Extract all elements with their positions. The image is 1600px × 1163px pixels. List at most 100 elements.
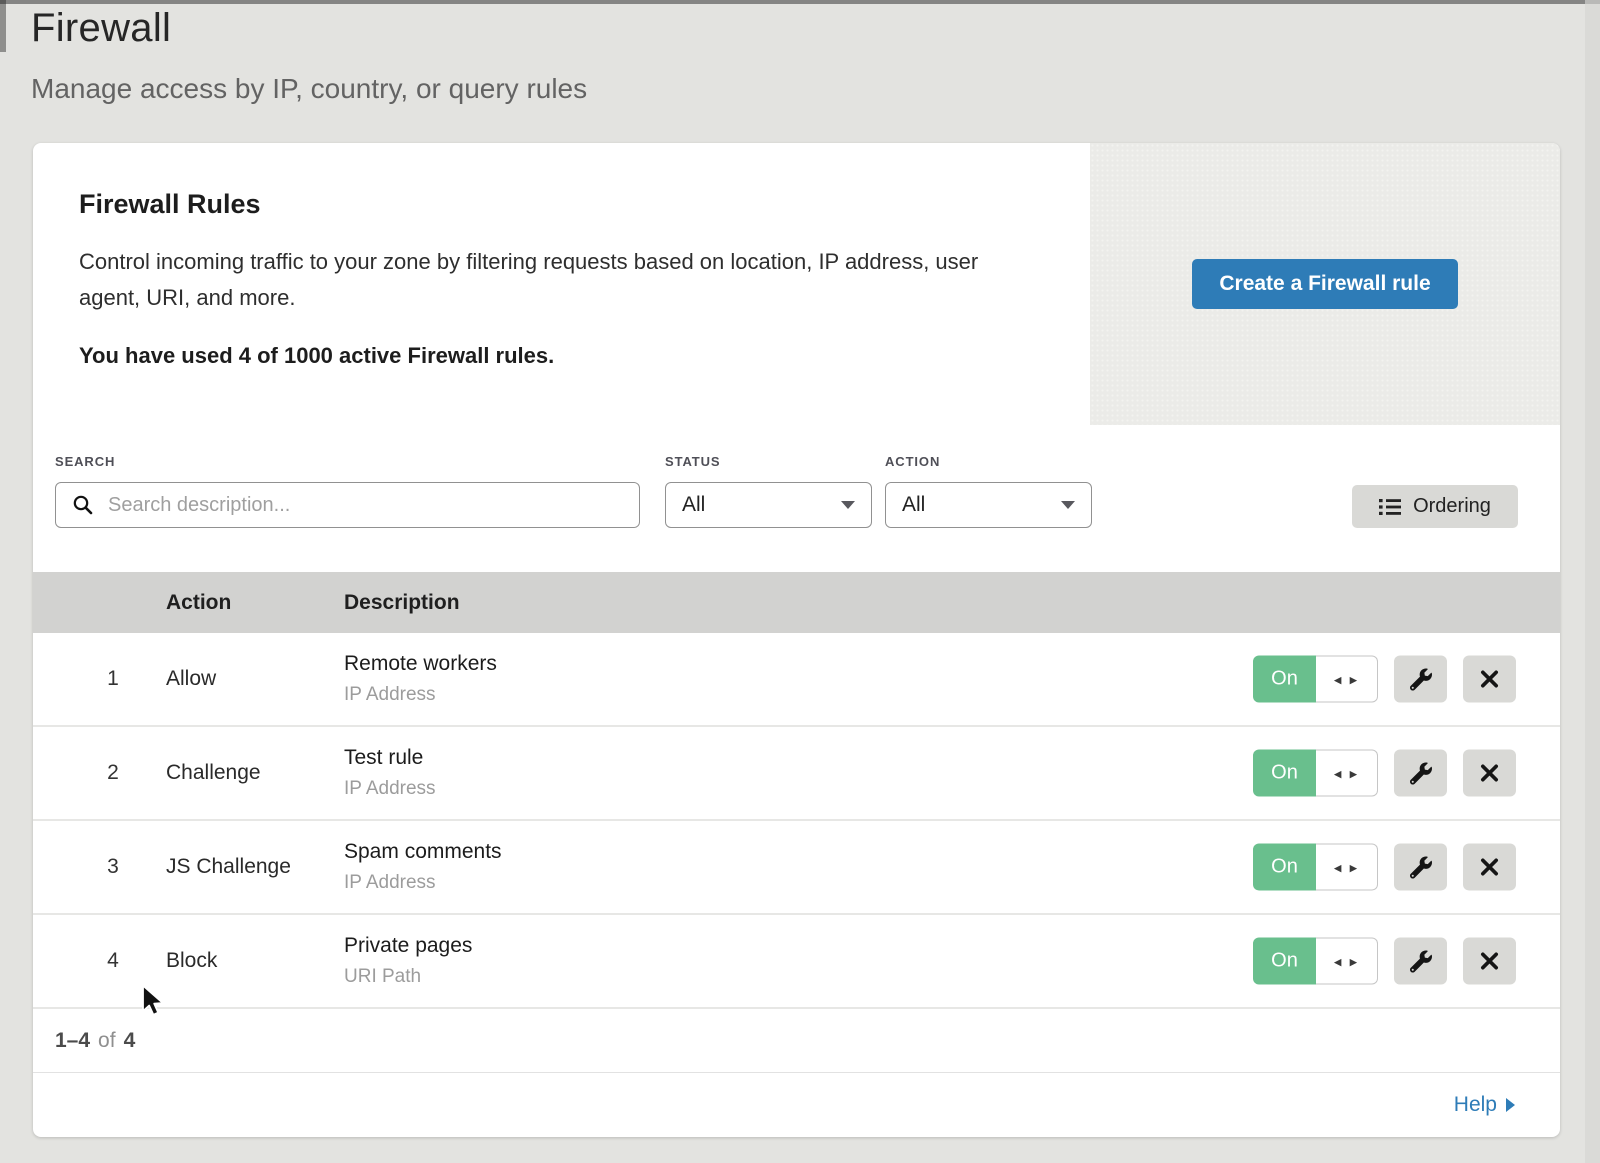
rule-enabled-toggle[interactable]: On ◂ ▸: [1253, 938, 1378, 985]
ordering-list-icon: [1379, 498, 1402, 516]
search-label: SEARCH: [55, 454, 640, 469]
window-edge-left: [0, 0, 6, 52]
table-row: 2 Challenge Test rule IP Address On ◂ ▸: [33, 727, 1560, 821]
overview-text: Firewall Rules Control incoming traffic …: [33, 143, 1090, 425]
chevron-down-icon: [841, 501, 855, 509]
toggle-state-label[interactable]: On: [1253, 656, 1316, 703]
wrench-icon: [1410, 668, 1432, 690]
wrench-icon: [1410, 856, 1432, 878]
page-title: Firewall: [31, 6, 587, 51]
table-row: 3 JS Challenge Spam comments IP Address …: [33, 821, 1560, 915]
page-subtitle: Manage access by IP, country, or query r…: [31, 73, 587, 105]
toggle-handle[interactable]: ◂ ▸: [1316, 656, 1378, 703]
delete-rule-button[interactable]: [1463, 750, 1516, 797]
ordering-button[interactable]: Ordering: [1352, 485, 1518, 528]
toggle-arrows-icon: ◂ ▸: [1334, 764, 1359, 782]
rule-action: Block: [166, 949, 217, 973]
column-header-action: Action: [166, 591, 231, 615]
close-icon: [1479, 857, 1500, 878]
rule-controls: On ◂ ▸: [1253, 938, 1516, 985]
table-row: 1 Allow Remote workers IP Address On ◂ ▸: [33, 633, 1560, 727]
rule-enabled-toggle[interactable]: On ◂ ▸: [1253, 750, 1378, 797]
section-heading: Firewall Rules: [79, 189, 1044, 220]
toggle-arrows-icon: ◂ ▸: [1334, 858, 1359, 876]
rule-description-cell: Spam comments IP Address: [344, 840, 502, 894]
status-select[interactable]: All: [665, 482, 872, 528]
create-firewall-rule-button[interactable]: Create a Firewall rule: [1192, 259, 1457, 309]
pagination-separator: of: [98, 1029, 116, 1053]
rule-match-field: IP Address: [344, 778, 436, 800]
pagination-total: 4: [124, 1029, 136, 1053]
rule-description: Test rule: [344, 746, 436, 770]
rule-controls: On ◂ ▸: [1253, 656, 1516, 703]
toggle-arrows-icon: ◂ ▸: [1334, 670, 1359, 688]
firewall-rules-card: Firewall Rules Control incoming traffic …: [33, 143, 1560, 1137]
status-selected-value: All: [682, 493, 705, 517]
pagination: 1–4 of 4: [33, 1009, 1560, 1073]
rules-table-header: Action Description: [33, 572, 1560, 633]
close-icon: [1479, 763, 1500, 784]
triangle-right-icon: [1506, 1098, 1515, 1112]
rule-enabled-toggle[interactable]: On ◂ ▸: [1253, 844, 1378, 891]
close-icon: [1479, 951, 1500, 972]
rule-enabled-toggle[interactable]: On ◂ ▸: [1253, 656, 1378, 703]
rule-controls: On ◂ ▸: [1253, 844, 1516, 891]
status-filter-group: STATUS All: [665, 454, 872, 528]
overview-section: Firewall Rules Control incoming traffic …: [33, 143, 1560, 425]
rule-action: Challenge: [166, 761, 261, 785]
rule-action: Allow: [166, 667, 216, 691]
rule-description: Spam comments: [344, 840, 502, 864]
delete-rule-button[interactable]: [1463, 938, 1516, 985]
rules-table-body: 1 Allow Remote workers IP Address On ◂ ▸: [33, 633, 1560, 1009]
rule-match-field: IP Address: [344, 684, 497, 706]
rule-description-cell: Private pages URI Path: [344, 934, 472, 988]
toggle-handle[interactable]: ◂ ▸: [1316, 750, 1378, 797]
edit-rule-button[interactable]: [1394, 844, 1447, 891]
rule-description-cell: Test rule IP Address: [344, 746, 436, 800]
rule-match-field: URI Path: [344, 966, 472, 988]
delete-rule-button[interactable]: [1463, 844, 1516, 891]
rule-priority: 4: [97, 949, 129, 973]
rule-description: Private pages: [344, 934, 472, 958]
wrench-icon: [1410, 762, 1432, 784]
toggle-arrows-icon: ◂ ▸: [1334, 952, 1359, 970]
action-selected-value: All: [902, 493, 925, 517]
ordering-button-label: Ordering: [1413, 495, 1491, 518]
edit-rule-button[interactable]: [1394, 938, 1447, 985]
wrench-icon: [1410, 950, 1432, 972]
rule-priority: 3: [97, 855, 129, 879]
help-link[interactable]: Help: [1454, 1093, 1515, 1117]
search-box[interactable]: [55, 482, 640, 528]
table-row: 4 Block Private pages URI Path On ◂ ▸: [33, 915, 1560, 1009]
rule-priority: 2: [97, 761, 129, 785]
edit-rule-button[interactable]: [1394, 750, 1447, 797]
overview-action-panel: Create a Firewall rule: [1090, 143, 1560, 425]
toggle-handle[interactable]: ◂ ▸: [1316, 938, 1378, 985]
edit-rule-button[interactable]: [1394, 656, 1447, 703]
rule-description-cell: Remote workers IP Address: [344, 652, 497, 706]
filter-bar: SEARCH STATUS All ACTION All: [33, 425, 1560, 572]
search-icon: [72, 494, 94, 516]
rule-description: Remote workers: [344, 652, 497, 676]
column-header-description: Description: [344, 591, 460, 615]
close-icon: [1479, 669, 1500, 690]
action-select[interactable]: All: [885, 482, 1092, 528]
action-filter-group: ACTION All: [885, 454, 1092, 528]
toggle-state-label[interactable]: On: [1253, 750, 1316, 797]
rule-match-field: IP Address: [344, 872, 502, 894]
section-description: Control incoming traffic to your zone by…: [79, 244, 1019, 315]
toggle-handle[interactable]: ◂ ▸: [1316, 844, 1378, 891]
help-link-label: Help: [1454, 1093, 1497, 1117]
usage-note: You have used 4 of 1000 active Firewall …: [79, 343, 1044, 369]
chevron-down-icon: [1061, 501, 1075, 509]
toggle-state-label[interactable]: On: [1253, 844, 1316, 891]
rule-controls: On ◂ ▸: [1253, 750, 1516, 797]
window-edge-top: [0, 0, 1600, 4]
search-input[interactable]: [106, 493, 625, 518]
toggle-state-label[interactable]: On: [1253, 938, 1316, 985]
status-label: STATUS: [665, 454, 872, 469]
rule-action: JS Challenge: [166, 855, 291, 879]
search-group: SEARCH: [55, 454, 640, 528]
delete-rule-button[interactable]: [1463, 656, 1516, 703]
card-footer: Help: [33, 1073, 1560, 1137]
